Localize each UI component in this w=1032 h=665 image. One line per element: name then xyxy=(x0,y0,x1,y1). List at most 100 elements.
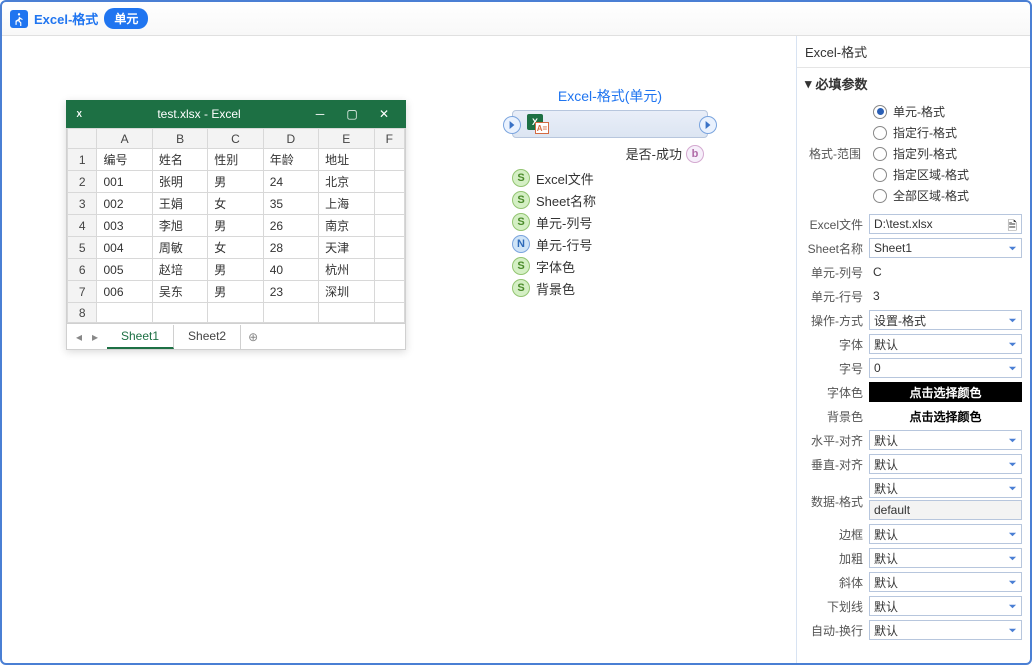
row-header[interactable]: 5 xyxy=(68,237,97,259)
cell[interactable]: 004 xyxy=(97,237,152,259)
cell[interactable] xyxy=(374,281,405,303)
cell[interactable]: 赵培 xyxy=(152,259,207,281)
node-input-connector[interactable] xyxy=(503,116,521,134)
collapse-triangle-icon[interactable]: ▾ xyxy=(805,76,812,92)
radio-option[interactable]: 全部区域-格式 xyxy=(873,187,969,204)
chevron-down-icon[interactable] xyxy=(1007,315,1017,325)
node-input-port[interactable]: SExcel文件 xyxy=(512,167,708,189)
chevron-down-icon[interactable] xyxy=(1007,577,1017,587)
node-input-port[interactable]: N单元-行号 xyxy=(512,233,708,255)
cell[interactable]: 性别 xyxy=(208,149,263,171)
radio-icon[interactable] xyxy=(873,126,887,140)
row-header[interactable]: 1 xyxy=(68,149,97,171)
excel-file-input[interactable]: D:\test.xlsx🗎 xyxy=(869,214,1022,234)
cell[interactable]: 23 xyxy=(263,281,318,303)
file-browse-icon[interactable]: 🗎 xyxy=(1007,217,1017,238)
cell[interactable] xyxy=(374,171,405,193)
sheet-tab[interactable]: Sheet1 xyxy=(107,325,174,349)
sheet-name-combo[interactable]: Sheet1 xyxy=(869,238,1022,258)
cell[interactable] xyxy=(374,215,405,237)
cell[interactable]: 王娟 xyxy=(152,193,207,215)
minimize-button[interactable]: ─ xyxy=(304,100,336,128)
cell[interactable]: 35 xyxy=(263,193,318,215)
node-output-connector[interactable] xyxy=(699,116,717,134)
node-excel-format[interactable]: Excel-格式(单元) XA= 是否-成功 b SExcel文件SSheet名… xyxy=(512,86,708,299)
cell[interactable]: 002 xyxy=(97,193,152,215)
row-header[interactable]: 6 xyxy=(68,259,97,281)
column-header[interactable]: B xyxy=(152,129,207,149)
table-row[interactable]: 4003李旭男26南京 xyxy=(68,215,405,237)
pin-s-icon[interactable]: S xyxy=(512,213,530,231)
cell[interactable]: 男 xyxy=(208,215,263,237)
table-row[interactable]: 7006吴东男23深圳 xyxy=(68,281,405,303)
pin-n-icon[interactable]: N xyxy=(512,235,530,253)
radio-icon[interactable] xyxy=(873,189,887,203)
data-format-text[interactable]: default xyxy=(869,500,1022,520)
cell[interactable]: 北京 xyxy=(319,171,374,193)
italic-combo[interactable]: 默认 xyxy=(869,572,1022,592)
cell[interactable]: 女 xyxy=(208,237,263,259)
sheet-add-button[interactable]: ⊕ xyxy=(241,330,265,344)
cell[interactable] xyxy=(319,303,374,323)
cell[interactable]: 24 xyxy=(263,171,318,193)
cell[interactable]: 男 xyxy=(208,259,263,281)
cell[interactable] xyxy=(374,259,405,281)
cell[interactable]: 男 xyxy=(208,171,263,193)
cell[interactable]: 上海 xyxy=(319,193,374,215)
radio-option[interactable]: 指定列-格式 xyxy=(873,145,957,162)
row-header[interactable]: 2 xyxy=(68,171,97,193)
excel-grid[interactable]: ABCDEF 1编号姓名性别年龄地址2001张明男24北京3002王娟女35上海… xyxy=(67,128,405,323)
sheet-nav-prev[interactable]: ◂ ▸ xyxy=(67,330,107,344)
cell[interactable]: 女 xyxy=(208,193,263,215)
cell[interactable]: 28 xyxy=(263,237,318,259)
cell[interactable]: 地址 xyxy=(319,149,374,171)
pin-s-icon[interactable]: S xyxy=(512,191,530,209)
cell[interactable]: 编号 xyxy=(97,149,152,171)
chevron-down-icon[interactable] xyxy=(1007,339,1017,349)
cell-col-value[interactable]: C xyxy=(869,262,1022,282)
cell[interactable]: 周敏 xyxy=(152,237,207,259)
cell[interactable]: 李旭 xyxy=(152,215,207,237)
radio-option[interactable]: 指定区域-格式 xyxy=(873,166,969,183)
table-row[interactable]: 1编号姓名性别年龄地址 xyxy=(68,149,405,171)
pin-s-icon[interactable]: S xyxy=(512,279,530,297)
pin-s-icon[interactable]: S xyxy=(512,257,530,275)
font-size-combo[interactable]: 0 xyxy=(869,358,1022,378)
cell[interactable]: 40 xyxy=(263,259,318,281)
cell[interactable]: 吴东 xyxy=(152,281,207,303)
chevron-down-icon[interactable] xyxy=(1007,459,1017,469)
cell[interactable]: 男 xyxy=(208,281,263,303)
column-header[interactable]: F xyxy=(374,129,405,149)
table-row[interactable]: 3002王娟女35上海 xyxy=(68,193,405,215)
node-input-port[interactable]: SSheet名称 xyxy=(512,189,708,211)
cell[interactable] xyxy=(152,303,207,323)
table-row[interactable]: 8 xyxy=(68,303,405,323)
v-align-combo[interactable]: 默认 xyxy=(869,454,1022,474)
cell[interactable] xyxy=(374,237,405,259)
table-row[interactable]: 5004周敏女28天津 xyxy=(68,237,405,259)
sheet-tab[interactable]: Sheet2 xyxy=(174,325,241,349)
cell[interactable]: 003 xyxy=(97,215,152,237)
cell[interactable] xyxy=(208,303,263,323)
cell[interactable]: 深圳 xyxy=(319,281,374,303)
toolbar-badge[interactable]: 单元 xyxy=(104,8,148,29)
cell[interactable]: 005 xyxy=(97,259,152,281)
node-input-port[interactable]: S字体色 xyxy=(512,255,708,277)
wrap-combo[interactable]: 默认 xyxy=(869,620,1022,640)
chevron-down-icon[interactable] xyxy=(1007,243,1017,253)
bg-color-button[interactable]: 点击选择颜色 xyxy=(869,406,1022,426)
column-header[interactable]: A xyxy=(97,129,152,149)
cell[interactable] xyxy=(374,303,405,323)
chevron-down-icon[interactable] xyxy=(1007,435,1017,445)
chevron-down-icon[interactable] xyxy=(1007,553,1017,563)
node-input-port[interactable]: S背景色 xyxy=(512,277,708,299)
canvas[interactable]: X test.xlsx - Excel ─ ▢ ✕ ABCDEF 1编号姓名性别… xyxy=(2,36,796,663)
row-header[interactable]: 4 xyxy=(68,215,97,237)
h-align-combo[interactable]: 默认 xyxy=(869,430,1022,450)
chevron-down-icon[interactable] xyxy=(1007,363,1017,373)
underline-combo[interactable]: 默认 xyxy=(869,596,1022,616)
cell[interactable]: 南京 xyxy=(319,215,374,237)
column-header[interactable]: C xyxy=(208,129,263,149)
radio-option[interactable]: 指定行-格式 xyxy=(873,124,957,141)
node-output-pin[interactable]: b xyxy=(686,145,704,163)
